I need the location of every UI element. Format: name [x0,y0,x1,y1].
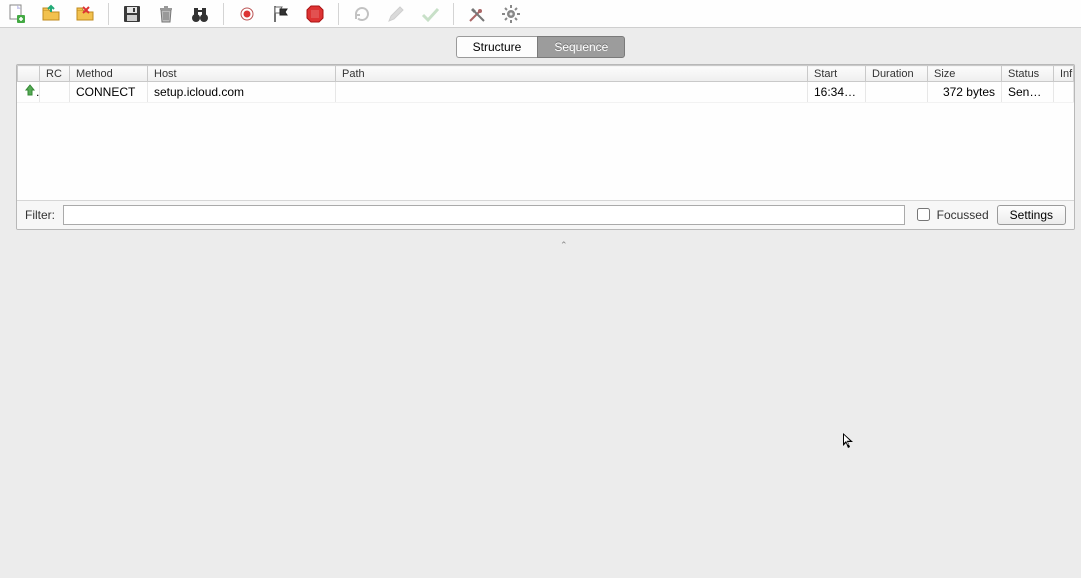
save-icon[interactable] [121,3,143,25]
row-direction-icon [18,82,40,102]
filter-input[interactable] [63,205,905,225]
filter-bar: Filter: Focussed Settings [17,200,1074,229]
col-rc[interactable]: RC [40,66,70,82]
trash-icon[interactable] [155,3,177,25]
focussed-label: Focussed [937,208,989,222]
gear-icon[interactable] [500,3,522,25]
check-icon[interactable] [419,3,441,25]
col-host[interactable]: Host [148,66,336,82]
cell-start: 16:34:22 [808,82,866,102]
cell-size: 372 bytes [928,82,1002,102]
binoculars-icon[interactable] [189,3,211,25]
table-row[interactable]: CONNECT setup.icloud.com 16:34:22 372 by… [18,82,1074,102]
request-panel: RC Method Host Path Start Duration Size … [16,64,1075,230]
edit-icon[interactable] [385,3,407,25]
cell-method: CONNECT [70,82,148,102]
flag-icon[interactable] [270,3,292,25]
cell-host: setup.icloud.com [148,82,336,102]
col-method[interactable]: Method [70,66,148,82]
col-duration[interactable]: Duration [866,66,928,82]
toolbar-separator [453,3,454,25]
request-table: RC Method Host Path Start Duration Size … [17,65,1074,200]
splitter-handle-icon[interactable]: ⌃ [560,240,568,251]
table-empty-area[interactable] [17,102,1074,200]
new-file-icon[interactable] [6,3,28,25]
tab-structure[interactable]: Structure [456,36,538,58]
col-status[interactable]: Status [1002,66,1054,82]
toolbar-separator [338,3,339,25]
record-icon[interactable] [236,3,258,25]
focussed-checkbox[interactable]: Focussed [913,205,989,224]
cell-path [336,82,808,102]
toolbar [0,0,1081,28]
mouse-cursor-icon [843,433,855,451]
view-tabs: Structure Sequence [0,28,1081,62]
focussed-checkbox-input[interactable] [917,208,930,221]
cell-rc [40,82,70,102]
table-header-row: RC Method Host Path Start Duration Size … [18,66,1074,82]
refresh-icon[interactable] [351,3,373,25]
cell-info [1054,82,1074,102]
toolbar-separator [223,3,224,25]
toolbar-separator [108,3,109,25]
col-info[interactable]: Inf [1054,66,1074,82]
cell-duration [866,82,928,102]
col-icon[interactable] [18,66,40,82]
open-folder-icon[interactable] [40,3,62,25]
col-size[interactable]: Size [928,66,1002,82]
cell-status: Sendin... [1002,82,1054,102]
close-folder-icon[interactable] [74,3,96,25]
col-path[interactable]: Path [336,66,808,82]
stop-icon[interactable] [304,3,326,25]
col-start[interactable]: Start [808,66,866,82]
filter-label: Filter: [25,208,55,222]
tab-sequence[interactable]: Sequence [537,36,625,58]
tools-icon[interactable] [466,3,488,25]
settings-button[interactable]: Settings [997,205,1066,225]
